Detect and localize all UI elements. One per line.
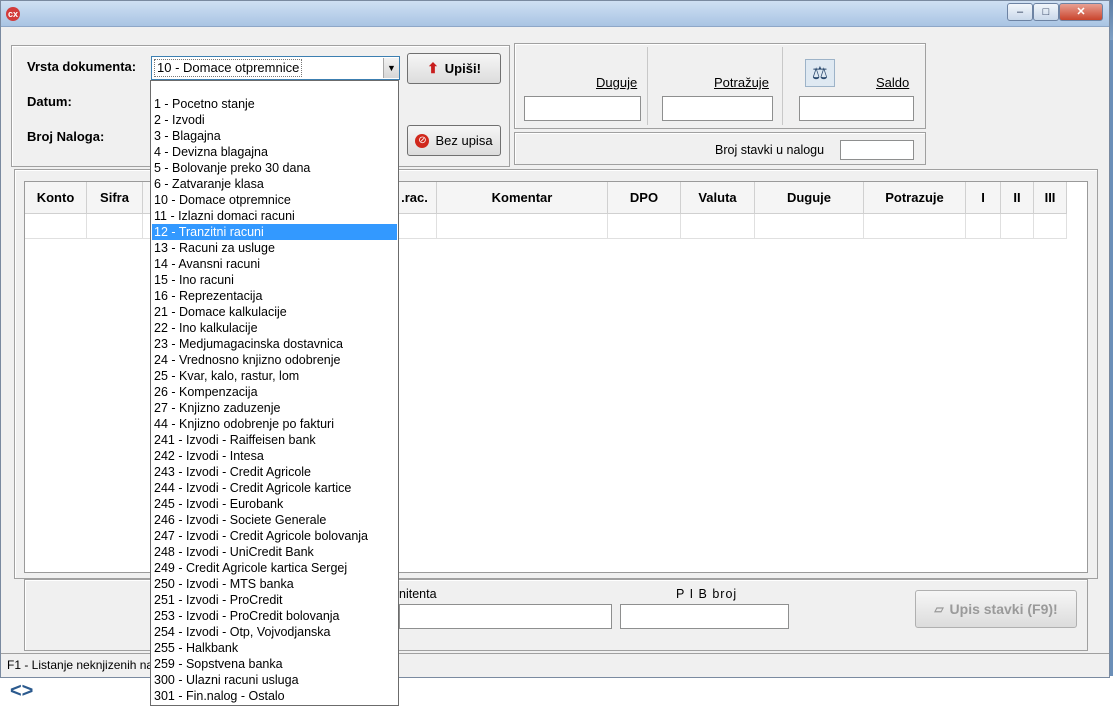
dropdown-option[interactable]: 44 - Knjizno odobrenje po fakturi <box>152 416 397 432</box>
dropdown-option[interactable]: 301 - Fin.nalog - Ostalo <box>152 688 397 704</box>
column-header-iii[interactable]: III <box>1034 182 1067 214</box>
dropdown-option[interactable]: 2 - Izvodi <box>152 112 397 128</box>
grid-cell[interactable] <box>87 214 143 239</box>
save-button[interactable]: ⬆ Upiši! <box>407 53 501 84</box>
background-logo-icon: <> <box>10 680 34 702</box>
scales-icon: ⚖ <box>805 59 835 87</box>
dropdown-option[interactable]: 26 - Kompenzacija <box>152 384 397 400</box>
dropdown-option[interactable]: 243 - Izvodi - Credit Agricole <box>152 464 397 480</box>
dropdown-option[interactable]: 3 - Blagajna <box>152 128 397 144</box>
dropdown-option[interactable]: 259 - Sopstvena banka <box>152 656 397 672</box>
status-hint: F1 - Listanje neknjizenih na <box>7 658 154 672</box>
dropdown-option[interactable]: 11 - Izlazni domaci racuni <box>152 208 397 224</box>
items-count-label: Broj stavki u nalogu <box>715 143 825 157</box>
dropdown-option[interactable]: 245 - Izvodi - Eurobank <box>152 496 397 512</box>
grid-cell[interactable] <box>608 214 681 239</box>
grid-cell[interactable] <box>437 214 608 239</box>
dropdown-option[interactable]: 253 - Izvodi - ProCredit bolovanja <box>152 608 397 624</box>
dropdown-option[interactable]: 247 - Izvodi - Credit Agricole bolovanja <box>152 528 397 544</box>
column-header-dpo[interactable]: DPO <box>608 182 681 214</box>
column-header-racun[interactable]: .rac. <box>393 182 437 214</box>
issuer-field[interactable] <box>399 604 612 629</box>
dropdown-option[interactable]: 1 - Pocetno stanje <box>152 96 397 112</box>
close-button[interactable]: ✕ <box>1059 3 1103 21</box>
pib-field[interactable] <box>620 604 789 629</box>
dropdown-option[interactable]: 250 - Izvodi - MTS banka <box>152 576 397 592</box>
balance-label: Saldo <box>876 75 910 90</box>
debit-label: Duguje <box>596 75 638 90</box>
doc-type-value: 10 - Domace otpremnice <box>154 59 303 77</box>
dropdown-option[interactable]: 246 - Izvodi - Societe Generale <box>152 512 397 528</box>
balance-total-field <box>799 96 914 121</box>
column-header-konto[interactable]: Konto <box>25 182 87 214</box>
grid-cell[interactable] <box>25 214 87 239</box>
dropdown-option[interactable]: 14 - Avansni racuni <box>152 256 397 272</box>
no-save-button-label: Bez upisa <box>435 133 493 148</box>
column-header-valuta[interactable]: Valuta <box>681 182 755 214</box>
dropdown-option[interactable]: 15 - Ino racuni <box>152 272 397 288</box>
title-bar: cx – □ ✕ <box>1 1 1109 27</box>
column-header-sifra[interactable]: Sifra <box>87 182 143 214</box>
dropdown-option[interactable]: 244 - Izvodi - Credit Agricole kartice <box>152 480 397 496</box>
grid-cell[interactable] <box>1034 214 1067 239</box>
grid-cell[interactable] <box>755 214 864 239</box>
post-items-button[interactable]: ▱ Upis stavki (F9)! <box>915 590 1077 628</box>
dropdown-option[interactable]: 255 - Halkbank <box>152 640 397 656</box>
dropdown-option[interactable]: 5 - Bolovanje preko 30 dana <box>152 160 397 176</box>
column-header-duguje[interactable]: Duguje <box>755 182 864 214</box>
divider <box>782 47 783 125</box>
dropdown-option[interactable]: 13 - Racuni za usluge <box>152 240 397 256</box>
save-button-label: Upiši! <box>444 61 481 76</box>
divider <box>647 47 648 125</box>
order-number-label: Broj Naloga: <box>27 129 105 144</box>
dropdown-option[interactable]: 10 - Domace otpremnice <box>152 192 397 208</box>
grid-cell[interactable] <box>1001 214 1034 239</box>
no-save-button[interactable]: ⊘ Bez upisa <box>407 125 501 156</box>
dropdown-option[interactable]: 248 - Izvodi - UniCredit Bank <box>152 544 397 560</box>
column-header-ii[interactable]: II <box>1001 182 1034 214</box>
items-count-field <box>840 140 914 160</box>
column-header-potrazuje[interactable]: Potrazuje <box>864 182 966 214</box>
dropdown-option[interactable]: 24 - Vrednosno knjizno odobrenje <box>152 352 397 368</box>
column-header-komentar[interactable]: Komentar <box>437 182 608 214</box>
debit-total-field <box>524 96 641 121</box>
dropdown-option[interactable]: 251 - Izvodi - ProCredit <box>152 592 397 608</box>
grid-cell[interactable] <box>966 214 1001 239</box>
issuer-label: nitenta <box>399 587 437 601</box>
grid-cell[interactable] <box>681 214 755 239</box>
doc-type-dropdown-list[interactable]: 1 - Pocetno stanje 2 - Izvodi 3 - Blagajna… <box>150 80 399 706</box>
app-icon: cx <box>6 7 20 21</box>
column-header-i[interactable]: I <box>966 182 1001 214</box>
dropdown-option[interactable]: 300 - Ulazni racuni usluga <box>152 672 397 688</box>
dropdown-option[interactable]: 25 - Kvar, kalo, rastur, lom <box>152 368 397 384</box>
post-items-button-label: Upis stavki (F9)! <box>949 601 1058 617</box>
post-items-icon: ▱ <box>934 602 944 616</box>
grid-cell[interactable] <box>393 214 437 239</box>
grid-cell[interactable] <box>864 214 966 239</box>
dropdown-option[interactable]: 242 - Izvodi - Intesa <box>152 448 397 464</box>
chevron-down-icon[interactable]: ▼ <box>383 58 399 78</box>
arrow-up-icon: ⬆ <box>427 60 439 76</box>
doc-type-combobox[interactable]: 10 - Domace otpremnice ▼ <box>151 56 400 80</box>
date-label: Datum: <box>27 94 72 109</box>
maximize-button[interactable]: □ <box>1033 3 1059 21</box>
pib-label: P I B broj <box>676 587 738 601</box>
minimize-button[interactable]: – <box>1007 3 1033 21</box>
dropdown-option[interactable]: 241 - Izvodi - Raiffeisen bank <box>152 432 397 448</box>
dropdown-option[interactable]: 22 - Ino kalkulacije <box>152 320 397 336</box>
doc-type-label: Vrsta dokumenta: <box>27 59 137 74</box>
dropdown-option[interactable]: 21 - Domace kalkulacije <box>152 304 397 320</box>
dropdown-option[interactable]: 6 - Zatvaranje klasa <box>152 176 397 192</box>
dropdown-option[interactable]: 249 - Credit Agricole kartica Sergej <box>152 560 397 576</box>
dropdown-option[interactable]: 254 - Izvodi - Otp, Vojvodjanska <box>152 624 397 640</box>
dropdown-option[interactable]: 4 - Devizna blagajna <box>152 144 397 160</box>
credit-total-field <box>662 96 773 121</box>
dropdown-option[interactable]: 12 - Tranzitni racuni <box>152 224 397 240</box>
dropdown-option[interactable]: 16 - Reprezentacija <box>152 288 397 304</box>
cancel-icon: ⊘ <box>415 133 430 148</box>
dropdown-option[interactable]: 27 - Knjizno zaduzenje <box>152 400 397 416</box>
dropdown-option[interactable]: 23 - Medjumagacinska dostavnica <box>152 336 397 352</box>
credit-label: Potražuje <box>714 75 769 90</box>
